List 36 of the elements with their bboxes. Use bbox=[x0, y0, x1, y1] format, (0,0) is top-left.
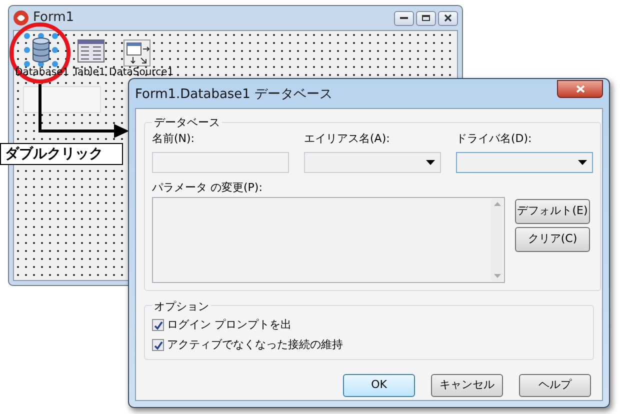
table-icon[interactable] bbox=[77, 39, 105, 63]
dialog-button[interactable]: クリア(C) bbox=[515, 226, 590, 252]
minimize-button[interactable] bbox=[394, 10, 414, 26]
component-label: Table1 bbox=[73, 68, 106, 78]
field-label: パラメータ の変更(P): bbox=[152, 180, 264, 194]
database-icon[interactable] bbox=[24, 33, 58, 67]
close-icon[interactable] bbox=[444, 14, 452, 22]
datasource-icon[interactable] bbox=[123, 39, 151, 67]
checkbox-label: ログイン プロンプトを出 bbox=[167, 316, 292, 333]
maximize-icon[interactable] bbox=[422, 15, 430, 21]
field-label: 名前(N): bbox=[152, 132, 196, 146]
field-label: ドライバ名(D): bbox=[456, 132, 533, 146]
dialog-button[interactable]: キャンセル bbox=[431, 374, 503, 397]
dialog-button[interactable]: OK bbox=[343, 374, 415, 397]
callout-label: ダブルクリック bbox=[0, 143, 123, 165]
checkbox[interactable] bbox=[152, 339, 164, 351]
component-label: DataSource1 bbox=[109, 68, 174, 78]
app-icon bbox=[13, 10, 29, 26]
input-field[interactable] bbox=[152, 152, 289, 172]
dropdown-arrow-icon[interactable] bbox=[426, 160, 435, 164]
group-label: オプション bbox=[154, 300, 209, 312]
dropdown-arrow-icon[interactable] bbox=[578, 160, 587, 164]
checkbox[interactable] bbox=[152, 319, 164, 331]
dialog-button[interactable]: デフォルト(E) bbox=[515, 198, 590, 224]
maximize-button[interactable] bbox=[416, 10, 436, 26]
dropdown-field[interactable] bbox=[456, 152, 593, 172]
dropdown-field[interactable] bbox=[304, 152, 441, 172]
group-label: データベース bbox=[154, 116, 220, 129]
close-button[interactable] bbox=[557, 80, 603, 98]
close-button[interactable] bbox=[438, 10, 458, 26]
dialog-button[interactable]: ヘルプ bbox=[519, 374, 591, 397]
highlight-circle bbox=[9, 22, 71, 84]
dialog-title: Form1.Database1 データベース bbox=[135, 86, 333, 104]
window-title: Form1 bbox=[33, 9, 74, 28]
field-label: エイリアス名(A): bbox=[304, 132, 391, 146]
checkbox-label: アクティブでなくなった接続の維持 bbox=[167, 336, 343, 353]
